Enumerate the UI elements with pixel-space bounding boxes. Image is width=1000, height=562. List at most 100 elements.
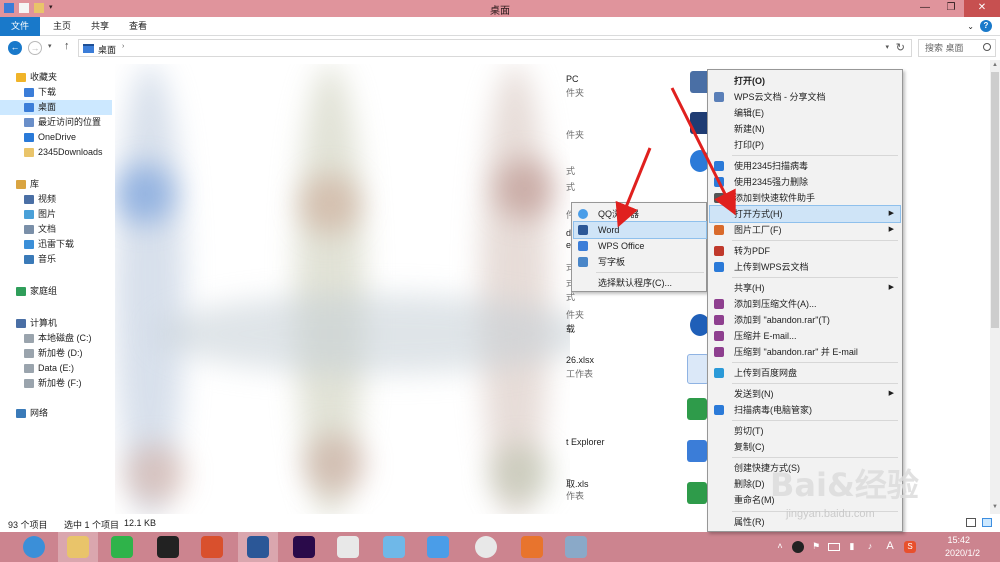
taskbar-app-11[interactable] [512,532,552,562]
context-menu-item-15[interactable]: 压缩并 E-mail... [710,328,900,344]
context-menu-item-2[interactable]: 编辑(E) [710,105,900,121]
close-button[interactable]: ✕ [964,0,1000,17]
context-menu-item-11[interactable]: 上传到WPS云文档 [710,259,900,275]
taskbar-app-4[interactable] [192,532,232,562]
taskbar-app-2[interactable] [102,532,142,562]
open-with-item-1[interactable]: Word [573,221,707,239]
refresh-icon[interactable]: ↻ [896,41,905,54]
open-with-item-3[interactable]: 写字板 [574,254,706,270]
maximize-button[interactable]: ❐ [938,0,964,17]
open-with-item-4[interactable]: 选择默认程序(C)... [574,275,706,291]
context-menu-item-8[interactable]: 打开方式(H) ▶ [709,205,901,223]
file-name-text[interactable]: 件夹 [566,86,584,99]
taskbar-app-8[interactable] [374,532,414,562]
up-button[interactable]: ↑ [64,40,70,52]
clock-date[interactable]: 2020/1/2 [945,548,980,558]
sidebar-item-15[interactable]: 新加卷 (D:) [0,346,112,361]
chevron-up-icon[interactable]: ˄ [774,541,786,553]
search-box[interactable] [918,39,996,57]
word-doc-icon[interactable] [687,354,709,384]
back-button[interactable]: ← [8,41,22,55]
scroll-up-icon[interactable]: ▲ [992,62,998,68]
address-bar[interactable]: 桌面 › ▾ ↻ [78,39,912,57]
network-tray-icon[interactable]: ▮ [846,541,858,553]
context-menu-item-5[interactable]: 使用2345扫描病毒 [710,158,900,174]
context-menu-item-12[interactable]: 共享(H) ▶ [710,280,900,296]
context-menu-item-1[interactable]: WPS云文档 - 分享文档 [710,89,900,105]
ime-icon[interactable]: A [884,540,896,552]
scroll-down-icon[interactable]: ▼ [992,504,998,510]
file-name-text[interactable]: 件夹 [566,128,584,141]
battery-icon[interactable] [828,543,840,551]
tab-share[interactable]: 共享 [86,17,114,36]
sidebar-item-12[interactable]: 家庭组 [0,284,112,299]
context-menu-item-19[interactable]: 扫描病毒(电脑管家) [710,402,900,418]
open-with-item-0[interactable]: QQ浏览器 [574,206,706,222]
file-name-text[interactable]: 式 [566,180,575,193]
file-name-text[interactable]: 工作表 [566,367,593,380]
context-menu-item-17[interactable]: 上传到百度网盘 [710,365,900,381]
address-dropdown-icon[interactable]: ▾ [885,43,889,51]
sidebar-item-9[interactable]: 文档 [0,222,112,237]
sidebar-item-16[interactable]: Data (E:) [0,361,112,376]
file-name-text[interactable]: PC [566,74,579,84]
clock-time[interactable]: 15:42 [947,535,970,545]
scrollbar-thumb[interactable] [991,72,999,328]
sidebar-item-18[interactable]: 网络 [0,406,112,421]
sidebar-item-6[interactable]: 库 [0,177,112,192]
sidebar-item-10[interactable]: 迅雷下载 [0,237,112,252]
context-menu-item-16[interactable]: 压缩到 "abandon.rar" 并 E-mail [710,344,900,360]
taskbar-app-10[interactable] [466,532,506,562]
taskbar-app-7[interactable] [328,532,368,562]
sidebar-item-7[interactable]: 视频 [0,192,112,207]
sidebar-item-14[interactable]: 本地磁盘 (C:) [0,331,112,346]
breadcrumb-chevron-icon[interactable]: › [122,43,124,50]
sidebar-item-13[interactable]: 计算机 [0,316,112,331]
sidebar-item-5[interactable]: 2345Downloads [0,145,112,160]
tab-home[interactable]: 主页 [48,17,76,36]
context-menu-item-6[interactable]: 使用2345强力删除 [710,174,900,190]
context-menu-item-7[interactable]: 添加到快速软件助手 [710,190,900,206]
minimize-button[interactable]: — [912,0,938,17]
taskbar-app-9[interactable] [418,532,458,562]
taskbar-app-0[interactable] [14,532,54,562]
context-menu-item-3[interactable]: 新建(N) [710,121,900,137]
help-icon[interactable]: ? [980,20,992,32]
taskbar-app-5[interactable] [238,532,278,562]
recent-locations-icon[interactable]: ▾ [48,42,52,50]
wps-doc-icon[interactable] [687,440,707,462]
sidebar-item-1[interactable]: 下载 [0,85,112,100]
flag-icon[interactable]: ⚑ [810,541,822,553]
sidebar-item-2[interactable]: 桌面 [0,100,112,115]
taskbar-app-3[interactable] [148,532,188,562]
taskbar-app-1[interactable] [58,532,98,562]
file-name-text[interactable]: 式 [566,164,575,177]
context-menu-item-9[interactable]: 图片工厂(F) ▶ [710,222,900,238]
file-name-text[interactable]: 载 [566,322,575,335]
file-name-text[interactable]: 作表 [566,489,584,502]
tab-view[interactable]: 查看 [124,17,152,36]
context-menu-item-13[interactable]: 添加到压缩文件(A)... [710,296,900,312]
qq-tray-icon[interactable] [792,541,804,553]
context-menu-item-10[interactable]: 转为PDF [710,243,900,259]
context-menu-item-21[interactable]: 复制(C) [710,439,900,455]
context-menu-item-18[interactable]: 发送到(N) ▶ [710,386,900,402]
volume-icon[interactable]: ♪ [864,541,876,553]
xls-doc-icon[interactable] [687,482,707,504]
sidebar-item-3[interactable]: 最近访问的位置 [0,115,112,130]
sidebar-item-11[interactable]: 音乐 [0,252,112,267]
breadcrumb-desktop[interactable]: 桌面 [98,43,116,56]
expand-ribbon-icon[interactable]: ⌄ [967,22,974,31]
xmind-icon[interactable] [687,398,707,420]
open-with-item-2[interactable]: WPS Office [574,238,706,254]
file-name-text[interactable]: t Explorer [566,437,605,447]
sidebar-item-0[interactable]: 收藏夹 [0,70,112,85]
context-menu-item-0[interactable]: 打开(O) [710,73,900,89]
taskbar-app-12[interactable] [556,532,596,562]
context-menu-item-20[interactable]: 剪切(T) [710,423,900,439]
sidebar-item-8[interactable]: 图片 [0,207,112,222]
context-menu-item-4[interactable]: 打印(P) [710,137,900,153]
context-menu-item-14[interactable]: 添加到 "abandon.rar"(T) [710,312,900,328]
forward-button[interactable]: → [28,41,42,55]
sogou-icon[interactable]: S [904,541,916,553]
